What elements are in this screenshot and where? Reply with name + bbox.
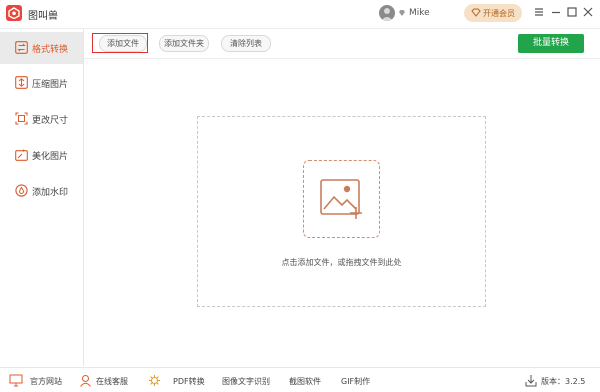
magic-wand-icon <box>15 149 28 161</box>
footer-screenshot-label: 截图软件 <box>289 377 321 386</box>
download-icon <box>525 375 537 387</box>
footer-website-label: 官方网站 <box>30 377 62 386</box>
vip-button-label: 开通会员 <box>483 9 515 18</box>
diamond-icon <box>471 8 481 17</box>
add-image-icon <box>320 179 362 219</box>
username[interactable]: Mike <box>409 8 430 18</box>
footer-website-link[interactable]: 官方网站 <box>9 374 69 388</box>
gear-icon <box>149 375 160 386</box>
sidebar-item-label: 格式转换 <box>32 45 69 55</box>
user-icon <box>80 375 91 387</box>
footer-support-link[interactable]: 在线客服 <box>79 374 139 388</box>
sidebar-item-compress[interactable]: 压缩图片 <box>0 67 83 99</box>
avatar[interactable] <box>379 5 395 21</box>
sidebar-item-beautify[interactable]: 美化图片 <box>0 139 83 171</box>
app-title: 图叫兽 <box>28 11 58 22</box>
footer-support-label: 在线客服 <box>96 377 128 386</box>
sidebar-item-resize[interactable]: 更改尺寸 <box>0 103 83 135</box>
batch-convert-button[interactable]: 批量转换 <box>518 34 584 53</box>
footer-version[interactable]: 版本：3.2.5 <box>525 374 597 388</box>
resize-icon <box>15 112 28 125</box>
convert-icon <box>15 41 28 54</box>
sidebar: 格式转换 压缩图片 更改尺寸 美化图片 添加水印 <box>0 29 84 366</box>
compress-icon <box>15 76 28 89</box>
diamond-icon <box>399 10 405 16</box>
footer-screenshot-link[interactable]: 截图软件 <box>289 374 323 388</box>
footer: 官方网站 在线客服 PDF转换 图像文字识别 截图软件 GIF制作 版本：3.2… <box>0 367 600 392</box>
drop-hint: 点击添加文件，或拖拽文件到此处 <box>281 258 402 267</box>
sidebar-item-label: 压缩图片 <box>32 80 69 90</box>
monitor-icon <box>9 374 23 387</box>
clear-list-button[interactable]: 清除列表 <box>221 35 271 52</box>
footer-ocr-label: 图像文字识别 <box>222 377 270 386</box>
footer-pdf-label: PDF转换 <box>173 377 205 386</box>
close-icon[interactable] <box>581 5 595 19</box>
footer-pdf-link[interactable]: PDF转换 <box>148 374 206 388</box>
vip-button[interactable]: 开通会员 <box>464 4 522 22</box>
add-image-button[interactable] <box>303 160 380 238</box>
footer-gif-label: GIF制作 <box>341 377 371 386</box>
minimize-icon[interactable] <box>549 5 563 19</box>
sidebar-item-label: 添加水印 <box>32 188 69 198</box>
title-bar: 图叫兽 Mike 开通会员 <box>0 0 600 29</box>
footer-version-label: 版本：3.2.5 <box>541 377 586 386</box>
sidebar-item-format-convert[interactable]: 格式转换 <box>0 32 83 64</box>
menu-icon[interactable] <box>532 5 546 19</box>
footer-gif-link[interactable]: GIF制作 <box>341 374 371 388</box>
sidebar-item-label: 美化图片 <box>32 152 69 162</box>
app-logo-icon <box>6 5 22 21</box>
add-folder-button[interactable]: 添加文件夹 <box>159 35 209 52</box>
watermark-icon <box>15 184 28 197</box>
maximize-icon[interactable] <box>565 5 579 19</box>
sidebar-item-label: 更改尺寸 <box>32 116 69 126</box>
add-file-highlight <box>92 33 148 53</box>
footer-ocr-link[interactable]: 图像文字识别 <box>222 374 272 388</box>
sidebar-item-watermark[interactable]: 添加水印 <box>0 175 83 207</box>
